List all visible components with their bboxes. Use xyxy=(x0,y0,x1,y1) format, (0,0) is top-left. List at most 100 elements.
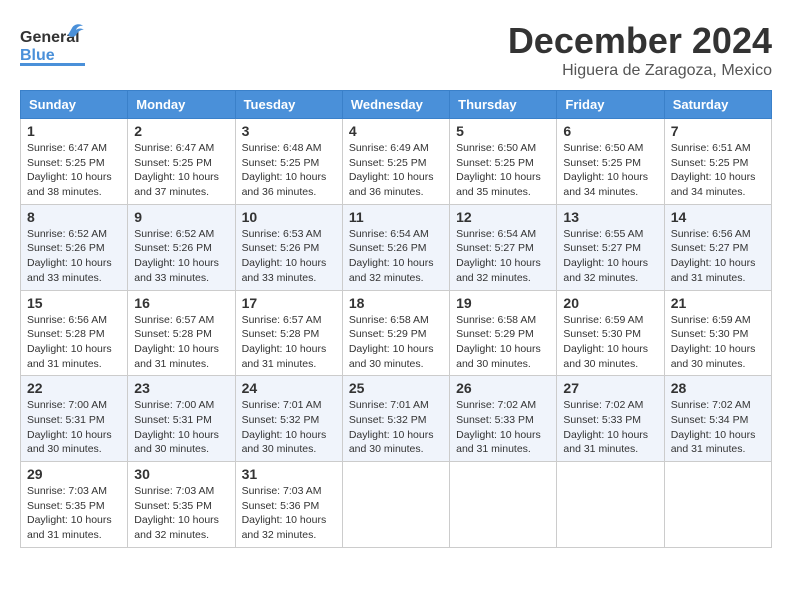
calendar-row: 22 Sunrise: 7:00 AM Sunset: 5:31 PM Dayli… xyxy=(21,376,772,462)
weekday-header: Friday xyxy=(557,91,664,119)
calendar-table: SundayMondayTuesdayWednesdayThursdayFrid… xyxy=(20,90,772,548)
day-info: Sunrise: 7:02 AM Sunset: 5:33 PM Dayligh… xyxy=(456,398,550,457)
day-number: 15 xyxy=(27,295,121,311)
day-number: 7 xyxy=(671,123,765,139)
calendar-cell: 31Sunrise: 7:03 AM Sunset: 5:36 PM Dayli… xyxy=(235,462,342,548)
calendar-row: 1 Sunrise: 6:47 AM Sunset: 5:25 PM Daylig… xyxy=(21,119,772,205)
day-number: 12 xyxy=(456,209,550,225)
day-number: 22 xyxy=(27,380,121,396)
day-info: Sunrise: 6:59 AM Sunset: 5:30 PM Dayligh… xyxy=(563,313,657,372)
calendar-cell xyxy=(557,462,664,548)
day-info: Sunrise: 6:49 AM Sunset: 5:25 PM Dayligh… xyxy=(349,141,443,200)
day-info: Sunrise: 6:56 AM Sunset: 5:28 PM Dayligh… xyxy=(27,313,121,372)
day-number: 24 xyxy=(242,380,336,396)
calendar-cell: 8 Sunrise: 6:52 AM Sunset: 5:26 PM Daylig… xyxy=(21,204,128,290)
day-info: Sunrise: 6:47 AM Sunset: 5:25 PM Dayligh… xyxy=(134,141,228,200)
day-info: Sunrise: 7:00 AM Sunset: 5:31 PM Dayligh… xyxy=(27,398,121,457)
page-title: December 2024 xyxy=(508,20,772,62)
day-number: 25 xyxy=(349,380,443,396)
calendar-row: 8 Sunrise: 6:52 AM Sunset: 5:26 PM Daylig… xyxy=(21,204,772,290)
day-number: 2 xyxy=(134,123,228,139)
calendar-cell: 28Sunrise: 7:02 AM Sunset: 5:34 PM Dayli… xyxy=(664,376,771,462)
calendar-cell: 13 Sunrise: 6:55 AM Sunset: 5:27 PM Dayli… xyxy=(557,204,664,290)
calendar-cell: 11Sunrise: 6:54 AM Sunset: 5:26 PM Dayli… xyxy=(342,204,449,290)
day-number: 21 xyxy=(671,295,765,311)
logo: General Blue xyxy=(20,20,85,68)
day-info: Sunrise: 7:01 AM Sunset: 5:32 PM Dayligh… xyxy=(349,398,443,457)
day-info: Sunrise: 6:53 AM Sunset: 5:26 PM Dayligh… xyxy=(242,227,336,286)
day-number: 3 xyxy=(242,123,336,139)
day-number: 26 xyxy=(456,380,550,396)
day-info: Sunrise: 7:03 AM Sunset: 5:35 PM Dayligh… xyxy=(134,484,228,543)
calendar-cell: 21 Sunrise: 6:59 AM Sunset: 5:30 PM Dayli… xyxy=(664,290,771,376)
day-info: Sunrise: 6:54 AM Sunset: 5:27 PM Dayligh… xyxy=(456,227,550,286)
calendar-cell: 3Sunrise: 6:48 AM Sunset: 5:25 PM Daylig… xyxy=(235,119,342,205)
calendar-cell xyxy=(342,462,449,548)
calendar-cell: 5Sunrise: 6:50 AM Sunset: 5:25 PM Daylig… xyxy=(450,119,557,205)
day-number: 20 xyxy=(563,295,657,311)
day-number: 17 xyxy=(242,295,336,311)
day-info: Sunrise: 6:57 AM Sunset: 5:28 PM Dayligh… xyxy=(242,313,336,372)
day-number: 4 xyxy=(349,123,443,139)
weekday-header: Thursday xyxy=(450,91,557,119)
day-info: Sunrise: 6:52 AM Sunset: 5:26 PM Dayligh… xyxy=(27,227,121,286)
day-number: 28 xyxy=(671,380,765,396)
calendar-cell: 1 Sunrise: 6:47 AM Sunset: 5:25 PM Daylig… xyxy=(21,119,128,205)
calendar-cell: 16 Sunrise: 6:57 AM Sunset: 5:28 PM Dayli… xyxy=(128,290,235,376)
weekday-header: Wednesday xyxy=(342,91,449,119)
day-number: 9 xyxy=(134,209,228,225)
day-info: Sunrise: 6:52 AM Sunset: 5:26 PM Dayligh… xyxy=(134,227,228,286)
day-number: 10 xyxy=(242,209,336,225)
calendar-cell: 14 Sunrise: 6:56 AM Sunset: 5:27 PM Dayli… xyxy=(664,204,771,290)
day-info: Sunrise: 6:51 AM Sunset: 5:25 PM Dayligh… xyxy=(671,141,765,200)
calendar-cell: 27Sunrise: 7:02 AM Sunset: 5:33 PM Dayli… xyxy=(557,376,664,462)
calendar-cell: 22 Sunrise: 7:00 AM Sunset: 5:31 PM Dayli… xyxy=(21,376,128,462)
day-number: 6 xyxy=(563,123,657,139)
calendar-cell: 17 Sunrise: 6:57 AM Sunset: 5:28 PM Dayli… xyxy=(235,290,342,376)
calendar-cell: 26 Sunrise: 7:02 AM Sunset: 5:33 PM Dayli… xyxy=(450,376,557,462)
day-number: 8 xyxy=(27,209,121,225)
day-number: 13 xyxy=(563,209,657,225)
calendar-row: 15 Sunrise: 6:56 AM Sunset: 5:28 PM Dayli… xyxy=(21,290,772,376)
day-info: Sunrise: 6:50 AM Sunset: 5:25 PM Dayligh… xyxy=(563,141,657,200)
day-number: 1 xyxy=(27,123,121,139)
calendar-cell: 12 Sunrise: 6:54 AM Sunset: 5:27 PM Dayli… xyxy=(450,204,557,290)
day-info: Sunrise: 7:03 AM Sunset: 5:36 PM Dayligh… xyxy=(242,484,336,543)
day-number: 16 xyxy=(134,295,228,311)
day-info: Sunrise: 7:00 AM Sunset: 5:31 PM Dayligh… xyxy=(134,398,228,457)
day-number: 18 xyxy=(349,295,443,311)
calendar-cell: 4 Sunrise: 6:49 AM Sunset: 5:25 PM Daylig… xyxy=(342,119,449,205)
day-info: Sunrise: 6:56 AM Sunset: 5:27 PM Dayligh… xyxy=(671,227,765,286)
weekday-header: Sunday xyxy=(21,91,128,119)
calendar-cell: 19Sunrise: 6:58 AM Sunset: 5:29 PM Dayli… xyxy=(450,290,557,376)
calendar-cell: 29Sunrise: 7:03 AM Sunset: 5:35 PM Dayli… xyxy=(21,462,128,548)
calendar-cell: 9 Sunrise: 6:52 AM Sunset: 5:26 PM Daylig… xyxy=(128,204,235,290)
day-number: 27 xyxy=(563,380,657,396)
page-header: General Blue December 2024 Higuera de Za… xyxy=(20,20,772,80)
day-info: Sunrise: 6:47 AM Sunset: 5:25 PM Dayligh… xyxy=(27,141,121,200)
calendar-cell: 15 Sunrise: 6:56 AM Sunset: 5:28 PM Dayli… xyxy=(21,290,128,376)
day-number: 14 xyxy=(671,209,765,225)
weekday-header: Tuesday xyxy=(235,91,342,119)
day-info: Sunrise: 6:59 AM Sunset: 5:30 PM Dayligh… xyxy=(671,313,765,372)
day-info: Sunrise: 6:58 AM Sunset: 5:29 PM Dayligh… xyxy=(456,313,550,372)
day-info: Sunrise: 6:55 AM Sunset: 5:27 PM Dayligh… xyxy=(563,227,657,286)
title-block: December 2024 Higuera de Zaragoza, Mexic… xyxy=(508,20,772,80)
calendar-cell: 23Sunrise: 7:00 AM Sunset: 5:31 PM Dayli… xyxy=(128,376,235,462)
calendar-cell xyxy=(664,462,771,548)
day-info: Sunrise: 6:58 AM Sunset: 5:29 PM Dayligh… xyxy=(349,313,443,372)
day-number: 30 xyxy=(134,466,228,482)
calendar-cell: 30 Sunrise: 7:03 AM Sunset: 5:35 PM Dayli… xyxy=(128,462,235,548)
calendar-cell: 18 Sunrise: 6:58 AM Sunset: 5:29 PM Dayli… xyxy=(342,290,449,376)
calendar-cell: 2 Sunrise: 6:47 AM Sunset: 5:25 PM Daylig… xyxy=(128,119,235,205)
calendar-cell: 24Sunrise: 7:01 AM Sunset: 5:32 PM Dayli… xyxy=(235,376,342,462)
calendar-cell: 25 Sunrise: 7:01 AM Sunset: 5:32 PM Dayli… xyxy=(342,376,449,462)
calendar-cell xyxy=(450,462,557,548)
calendar-cell: 20 Sunrise: 6:59 AM Sunset: 5:30 PM Dayli… xyxy=(557,290,664,376)
weekday-header: Monday xyxy=(128,91,235,119)
day-info: Sunrise: 6:57 AM Sunset: 5:28 PM Dayligh… xyxy=(134,313,228,372)
logo-icon: General Blue xyxy=(20,20,85,68)
day-number: 5 xyxy=(456,123,550,139)
calendar-cell: 7 Sunrise: 6:51 AM Sunset: 5:25 PM Daylig… xyxy=(664,119,771,205)
svg-text:Blue: Blue xyxy=(20,47,55,64)
